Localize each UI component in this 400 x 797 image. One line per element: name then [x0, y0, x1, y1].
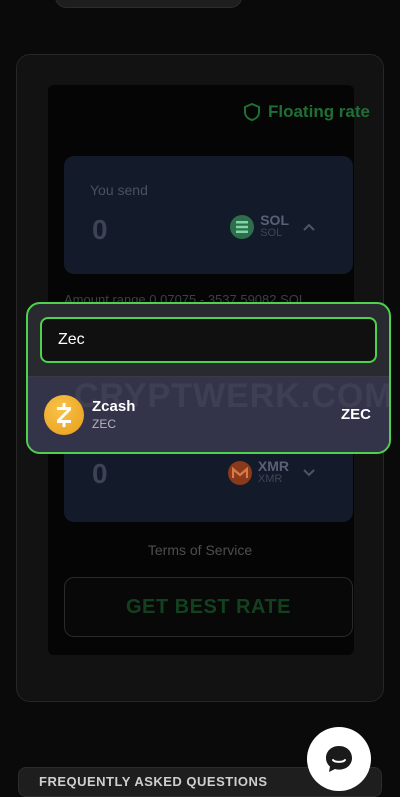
receive-coin-selector[interactable]: XMR XMR	[227, 458, 315, 486]
receive-coin-symbol: XMR	[257, 458, 289, 474]
send-label: You send	[90, 182, 148, 198]
send-amount[interactable]: 0	[92, 214, 108, 246]
send-coin-network: SOL	[260, 227, 283, 239]
floating-rate-label: Floating rate	[267, 102, 370, 121]
coin-search-popup: CRYPTWERK.COM Zcash ZEC ZEC	[26, 302, 391, 454]
receive-amount: 0	[92, 458, 108, 489]
get-best-rate-button[interactable]: GET BEST RATE	[64, 577, 353, 637]
monero-icon	[227, 461, 252, 485]
send-coin-selector[interactable]: SOL SOL	[230, 212, 315, 240]
solana-icon	[230, 215, 255, 239]
chevron-down-icon	[303, 466, 315, 480]
shield-icon	[243, 103, 260, 121]
send-field[interactable]: You send 0 SOL SOL	[64, 156, 353, 274]
chevron-up-icon	[303, 220, 315, 234]
search-result-item[interactable]: CRYPTWERK.COM Zcash ZEC ZEC	[28, 377, 389, 452]
top-nav-pill[interactable]	[55, 0, 242, 8]
result-coin-symbol: ZEC	[341, 406, 371, 423]
terms-of-service-link[interactable]: Terms of Service	[0, 542, 400, 558]
result-coin-name: Zcash	[92, 398, 136, 415]
zcash-icon	[44, 395, 84, 435]
send-coin-symbol: SOL	[260, 212, 289, 228]
search-input[interactable]	[42, 319, 375, 361]
floating-rate-toggle[interactable]: Floating rate	[243, 100, 370, 124]
chat-icon	[326, 746, 352, 772]
chat-button[interactable]	[307, 727, 371, 791]
search-field[interactable]	[40, 317, 377, 363]
result-coin-ticker: ZEC	[92, 417, 116, 431]
receive-coin-network: XMR	[257, 473, 283, 485]
